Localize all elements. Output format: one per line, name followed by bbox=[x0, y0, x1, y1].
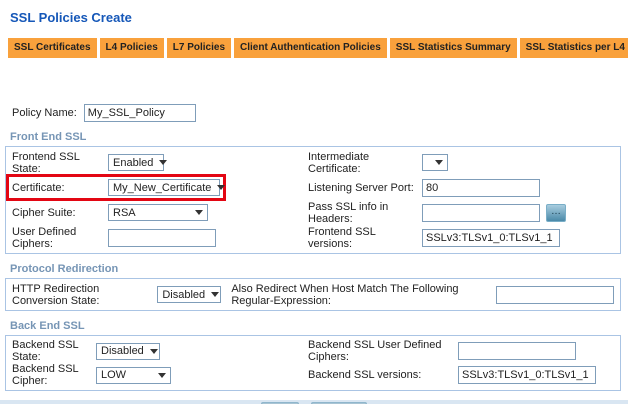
backend-ssl-state-value: Disabled bbox=[101, 345, 144, 357]
browse-button[interactable]: … bbox=[546, 203, 566, 222]
listening-server-port-label: Listening Server Port: bbox=[308, 181, 414, 194]
front-end-ssl-box: Frontend SSL State: Enabled Certificate:… bbox=[5, 146, 621, 254]
tab-ssl-certificates[interactable]: SSL Certificates bbox=[8, 38, 97, 58]
user-defined-ciphers-input[interactable] bbox=[108, 228, 216, 247]
dropdown-arrow-icon bbox=[158, 372, 166, 378]
policy-name-label: Policy Name: bbox=[12, 107, 77, 119]
dropdown-arrow-icon bbox=[195, 210, 203, 215]
backend-user-defined-ciphers-label: Backend SSL User Defined Ciphers: bbox=[308, 339, 442, 363]
listening-server-port-row: Listening Server Port: bbox=[308, 175, 614, 200]
cipher-suite-row: Cipher Suite: RSA bbox=[12, 200, 308, 225]
backend-ssl-versions-input[interactable] bbox=[458, 366, 596, 384]
user-defined-ciphers-row: User Defined Ciphers: bbox=[12, 225, 308, 250]
back-end-ssl-left-column: Backend SSL State: Disabled Backend SSL … bbox=[12, 339, 308, 387]
tab-client-authentication-policies[interactable]: Client Authentication Policies bbox=[234, 38, 387, 58]
cipher-suite-select[interactable]: RSA bbox=[108, 204, 208, 221]
frontend-ssl-versions-label: Frontend SSL versions: bbox=[308, 225, 376, 250]
backend-ssl-versions-label: Backend SSL versions: bbox=[308, 369, 422, 381]
tab-l4-policies[interactable]: L4 Policies bbox=[99, 38, 164, 58]
dropdown-arrow-icon bbox=[159, 160, 168, 165]
certificate-value: My_New_Certificate bbox=[113, 181, 212, 194]
backend-ssl-versions-row: Backend SSL versions: bbox=[308, 363, 614, 387]
ellipsis-icon: … bbox=[551, 205, 561, 217]
also-redirect-regex-input[interactable] bbox=[496, 285, 614, 304]
backend-user-defined-ciphers-input[interactable] bbox=[458, 342, 576, 360]
frontend-ssl-state-select[interactable]: Enabled bbox=[108, 154, 168, 171]
backend-ssl-cipher-select[interactable]: LOW bbox=[96, 366, 171, 384]
tab-l7-policies[interactable]: L7 Policies bbox=[166, 38, 232, 58]
policy-name-input[interactable] bbox=[83, 104, 196, 122]
back-end-ssl-right-column: Backend SSL User Defined Ciphers: Backen… bbox=[308, 339, 614, 387]
page-title: SSL Policies Create bbox=[10, 10, 132, 25]
cipher-suite-label: Cipher Suite: bbox=[12, 206, 76, 219]
also-redirect-regex-label: Also Redirect When Host Match The Follow… bbox=[231, 282, 459, 307]
dropdown-arrow-icon bbox=[435, 160, 443, 165]
user-defined-ciphers-label: User Defined Ciphers: bbox=[12, 225, 77, 250]
front-end-ssl-section-title: Front End SSL bbox=[10, 131, 87, 143]
frontend-ssl-state-row: Frontend SSL State: Enabled bbox=[12, 150, 308, 175]
footer-action-bar: Set Cancel bbox=[0, 400, 628, 404]
tab-ssl-statistics-per-l4-policy[interactable]: SSL Statistics per L4 Policy bbox=[519, 38, 628, 58]
pass-ssl-info-label: Pass SSL info in Headers: bbox=[308, 200, 389, 225]
policy-name-row: Policy Name: bbox=[12, 104, 628, 122]
backend-user-defined-ciphers-row: Backend SSL User Defined Ciphers: bbox=[308, 339, 614, 363]
backend-ssl-cipher-row: Backend SSL Cipher: LOW bbox=[12, 363, 308, 387]
backend-ssl-state-row: Backend SSL State: Disabled bbox=[12, 339, 308, 363]
intermediate-certificate-label: Intermediate Certificate: bbox=[308, 150, 370, 175]
intermediate-certificate-select[interactable] bbox=[422, 154, 448, 171]
http-redirection-state-select[interactable]: Disabled bbox=[157, 286, 222, 303]
dropdown-arrow-icon bbox=[211, 292, 220, 297]
http-redirection-state-value: Disabled bbox=[162, 288, 206, 301]
back-end-ssl-section-title: Back End SSL bbox=[10, 320, 85, 332]
front-end-ssl-right-column: Intermediate Certificate: Listening Serv… bbox=[308, 150, 614, 250]
tab-bar: SSL Certificates L4 Policies L7 Policies… bbox=[8, 38, 628, 58]
frontend-ssl-state-label: Frontend SSL State: bbox=[12, 150, 80, 175]
certificate-label: Certificate: bbox=[12, 181, 65, 194]
frontend-ssl-versions-input[interactable] bbox=[422, 228, 560, 247]
frontend-ssl-versions-row: Frontend SSL versions: bbox=[308, 225, 614, 250]
tab-ssl-statistics-summary[interactable]: SSL Statistics Summary bbox=[389, 38, 517, 58]
certificate-highlight-box: Certificate: My_New_Certificate bbox=[6, 174, 226, 201]
dropdown-arrow-icon bbox=[217, 185, 226, 190]
backend-ssl-state-select[interactable]: Disabled bbox=[96, 342, 160, 360]
ssl-policies-create-page: SSL Policies Create SSL Certificates L4 … bbox=[0, 0, 628, 404]
backend-ssl-state-label: Backend SSL State: bbox=[12, 339, 79, 363]
intermediate-certificate-row: Intermediate Certificate: bbox=[308, 150, 614, 175]
certificate-select[interactable]: My_New_Certificate bbox=[108, 179, 226, 196]
http-redirection-state-label: HTTP Redirection Conversion State: bbox=[12, 282, 100, 307]
frontend-ssl-state-value: Enabled bbox=[113, 156, 154, 169]
backend-ssl-cipher-value: LOW bbox=[101, 369, 127, 381]
protocol-redirection-box: HTTP Redirection Conversion State: Disab… bbox=[5, 278, 621, 311]
protocol-redirection-section-title: Protocol Redirection bbox=[10, 263, 119, 275]
dropdown-arrow-icon bbox=[149, 348, 158, 354]
back-end-ssl-box: Backend SSL State: Disabled Backend SSL … bbox=[5, 335, 621, 391]
front-end-ssl-left-column: Frontend SSL State: Enabled Certificate:… bbox=[6, 150, 308, 250]
cipher-suite-value: RSA bbox=[113, 206, 136, 219]
backend-ssl-cipher-label: Backend SSL Cipher: bbox=[12, 363, 79, 387]
pass-ssl-info-input[interactable] bbox=[422, 203, 540, 222]
pass-ssl-info-row: Pass SSL info in Headers: … bbox=[308, 200, 614, 225]
listening-server-port-input[interactable] bbox=[422, 178, 540, 197]
